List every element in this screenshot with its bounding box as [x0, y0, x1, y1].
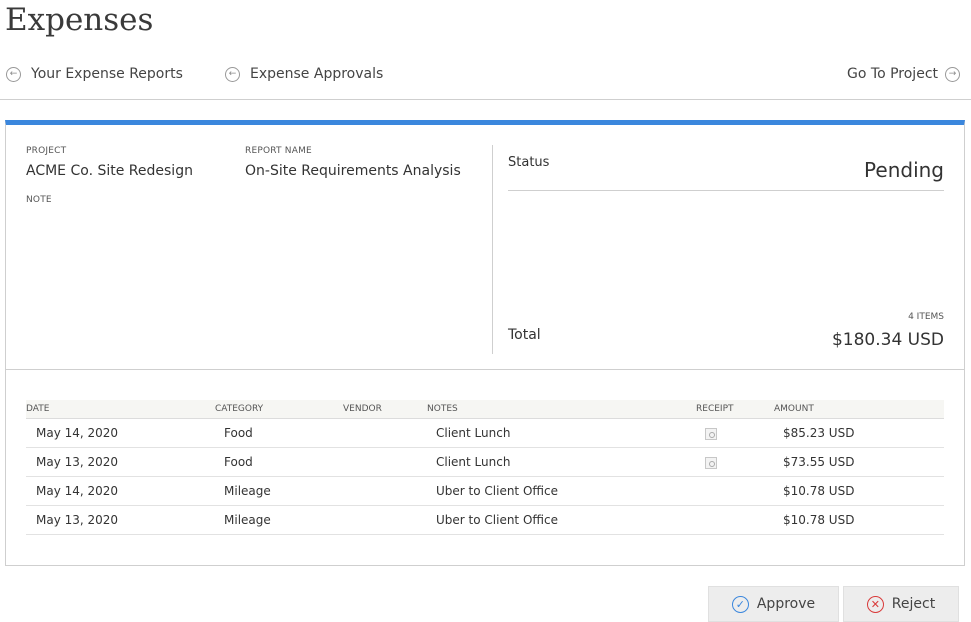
cell-category: Mileage	[224, 513, 271, 527]
total-value: $180.34 USD	[831, 330, 944, 350]
total-label: Total	[508, 327, 541, 343]
table-row[interactable]: May 13, 2020 Food Client Lunch $73.55 US…	[26, 448, 944, 477]
project-value: ACME Co. Site Redesign	[26, 163, 193, 179]
cell-date: May 13, 2020	[36, 455, 119, 469]
table-row[interactable]: May 13, 2020 Mileage Uber to Client Offi…	[26, 506, 944, 535]
arrow-left-circle-icon: ←	[225, 66, 240, 82]
report-name-value: On-Site Requirements Analysis	[245, 163, 461, 179]
cell-amount: $85.23 USD	[783, 426, 855, 440]
column-header-receipt: RECEIPT	[696, 404, 734, 414]
reject-button[interactable]: ✕ Reject	[843, 586, 959, 622]
section-divider	[6, 369, 964, 370]
cell-date: May 13, 2020	[36, 513, 119, 527]
items-count: 4 ITEMS	[908, 312, 944, 322]
expense-items-table: DATE CATEGORY VENDOR NOTES RECEIPT AMOUN…	[26, 400, 944, 535]
header-divider	[0, 99, 971, 100]
cell-amount: $10.78 USD	[783, 513, 855, 527]
cell-notes: Client Lunch	[436, 455, 511, 469]
table-row[interactable]: May 14, 2020 Mileage Uber to Client Offi…	[26, 477, 944, 506]
cell-date: May 14, 2020	[36, 426, 119, 440]
cell-amount: $73.55 USD	[783, 455, 855, 469]
status-label: Status	[508, 155, 550, 170]
check-circle-icon: ✓	[731, 595, 749, 613]
approve-button[interactable]: ✓ Approve	[708, 586, 839, 622]
status-value: Pending	[864, 158, 944, 182]
note-label: NOTE	[26, 195, 52, 205]
status-divider	[508, 190, 944, 191]
cell-category: Food	[224, 455, 253, 469]
cell-amount: $10.78 USD	[783, 484, 855, 498]
cell-category: Mileage	[224, 484, 271, 498]
arrow-right-circle-icon: →	[945, 66, 960, 82]
nav-your-expense-reports[interactable]: ← Your Expense Reports	[6, 66, 183, 82]
nav-go-to-project[interactable]: Go To Project →	[847, 66, 960, 82]
report-name-label: REPORT NAME	[245, 146, 312, 156]
column-header-category: CATEGORY	[215, 404, 264, 414]
expense-report-card: PROJECT ACME Co. Site Redesign REPORT NA…	[5, 120, 965, 566]
receipt-icon[interactable]	[705, 428, 717, 440]
nav-your-expense-reports-label: Your Expense Reports	[31, 66, 183, 82]
column-header-vendor: VENDOR	[343, 404, 382, 414]
cell-notes: Client Lunch	[436, 426, 511, 440]
column-header-notes: NOTES	[427, 404, 458, 414]
nav-expense-approvals[interactable]: ← Expense Approvals	[225, 66, 383, 82]
table-row[interactable]: May 14, 2020 Food Client Lunch $85.23 US…	[26, 419, 944, 448]
nav-go-to-project-label: Go To Project	[847, 66, 938, 82]
column-header-date: DATE	[26, 404, 50, 414]
nav-expense-approvals-label: Expense Approvals	[250, 66, 384, 82]
cell-notes: Uber to Client Office	[436, 513, 558, 527]
page-title: Expenses	[5, 2, 154, 38]
cell-date: May 14, 2020	[36, 484, 119, 498]
arrow-left-circle-icon: ←	[6, 66, 21, 82]
summary-divider	[492, 145, 493, 354]
x-circle-icon: ✕	[866, 595, 884, 613]
table-header: DATE CATEGORY VENDOR NOTES RECEIPT AMOUN…	[26, 400, 944, 419]
cell-notes: Uber to Client Office	[436, 484, 558, 498]
column-header-amount: AMOUNT	[774, 404, 814, 414]
receipt-icon[interactable]	[705, 457, 717, 469]
approve-button-label: Approve	[756, 596, 816, 612]
project-label: PROJECT	[26, 146, 67, 156]
reject-button-label: Reject	[891, 596, 936, 612]
cell-category: Food	[224, 426, 253, 440]
